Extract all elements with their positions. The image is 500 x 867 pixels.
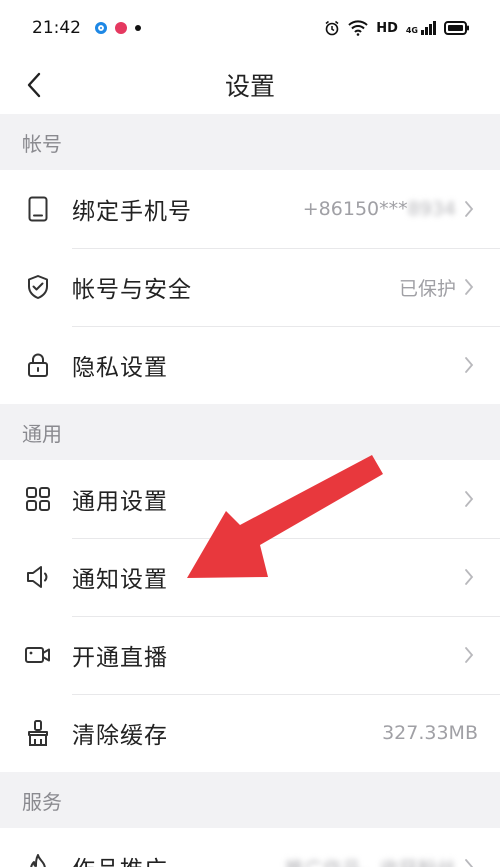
row-start-live[interactable]: 开通直播 bbox=[0, 616, 500, 694]
phone-icon bbox=[24, 195, 52, 223]
grid-icon bbox=[24, 485, 52, 513]
brush-icon bbox=[24, 719, 52, 747]
section-header-services: 服务 bbox=[0, 772, 500, 828]
row-label: 通用设置 bbox=[72, 489, 168, 515]
chevron-left-icon bbox=[27, 72, 41, 98]
cell-signal-icon: 4G bbox=[406, 21, 436, 35]
app-notification-icon bbox=[95, 22, 107, 34]
status-icons: HD 4G bbox=[324, 20, 470, 36]
section-header-general: 通用 bbox=[0, 404, 500, 460]
alarm-icon bbox=[325, 20, 339, 36]
row-general-settings[interactable]: 通用设置 bbox=[0, 460, 500, 538]
row-clear-cache[interactable]: 清除缓存 327.33MB bbox=[0, 694, 500, 772]
wifi-icon bbox=[348, 20, 368, 36]
row-label: 隐私设置 bbox=[72, 355, 168, 381]
flame-icon bbox=[24, 853, 52, 867]
row-label: 帐号与安全 bbox=[72, 277, 192, 303]
row-label: 绑定手机号 bbox=[72, 199, 192, 225]
phone-number-value: +86150***8934 bbox=[303, 198, 456, 220]
row-bind-phone[interactable]: 绑定手机号 +86150***8934 bbox=[0, 170, 500, 248]
row-notification-settings[interactable]: 通知设置 bbox=[0, 538, 500, 616]
chevron-right-icon bbox=[464, 276, 478, 298]
status-bar: 21:42 HD 4G bbox=[0, 0, 500, 56]
row-label: 通知设置 bbox=[72, 567, 168, 593]
row-promote-works[interactable]: 作品推广 推广作品，收获粉丝 bbox=[0, 828, 500, 867]
chevron-right-icon bbox=[464, 566, 478, 588]
speaker-icon bbox=[24, 563, 52, 591]
battery-icon bbox=[444, 21, 469, 35]
chevron-right-icon bbox=[464, 856, 478, 867]
security-status-value: 已保护 bbox=[398, 277, 456, 300]
app-notification-icon bbox=[115, 22, 127, 34]
section-header-account: 帐号 bbox=[0, 114, 500, 170]
row-privacy-settings[interactable]: 隐私设置 bbox=[0, 326, 500, 404]
chevron-right-icon bbox=[464, 644, 478, 666]
back-button[interactable] bbox=[16, 66, 52, 104]
page-title: 设置 bbox=[224, 72, 275, 101]
promote-hint-text: 推广作品，收获粉丝 bbox=[285, 858, 456, 867]
nav-bar: 设置 bbox=[0, 56, 500, 114]
lock-icon bbox=[24, 351, 52, 379]
status-time: 21:42 bbox=[32, 18, 81, 38]
more-notifications-icon bbox=[135, 25, 141, 31]
promote-hint-value: 推广作品，收获粉丝 bbox=[285, 854, 456, 867]
row-account-security[interactable]: 帐号与安全 已保护 bbox=[0, 248, 500, 326]
signal-type-label: 4G bbox=[405, 26, 418, 35]
settings-screen: 21:42 HD 4G 设置 帐号 绑定手机号 +86150***8934 帐号… bbox=[0, 0, 500, 867]
chevron-right-icon bbox=[464, 198, 478, 220]
chevron-right-icon bbox=[464, 354, 478, 376]
network-type-label: HD bbox=[376, 20, 398, 36]
video-camera-icon bbox=[24, 641, 52, 669]
row-label: 开通直播 bbox=[72, 645, 168, 671]
row-label: 作品推广 bbox=[72, 850, 168, 867]
row-label: 清除缓存 bbox=[72, 723, 168, 749]
phone-number-visible: +86150*** bbox=[302, 198, 408, 220]
phone-number-blurred: 8934 bbox=[407, 198, 456, 220]
cache-size-value: 327.33MB bbox=[382, 722, 478, 744]
shield-check-icon bbox=[24, 273, 52, 301]
chevron-right-icon bbox=[464, 488, 478, 510]
